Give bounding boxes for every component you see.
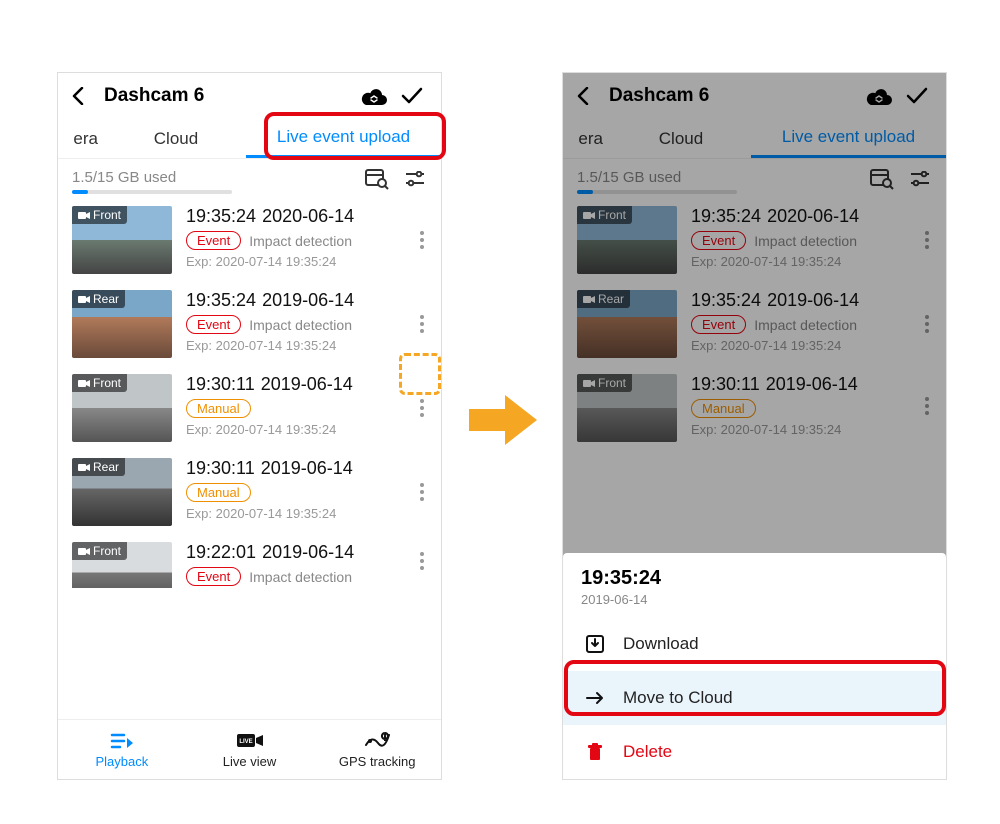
page-title: Dashcam 6 <box>104 85 353 107</box>
event-thumbnail[interactable]: Front <box>72 542 172 588</box>
event-badge: Event <box>186 315 241 334</box>
sheet-time: 19:35:24 <box>581 567 928 590</box>
filter-icon[interactable] <box>401 165 429 193</box>
nav-playback[interactable]: Playback <box>58 720 186 779</box>
camera-overlay: Front <box>72 542 127 560</box>
event-date: 2019-06-14 <box>261 458 353 478</box>
sheet-date: 2019-06-14 <box>581 592 928 607</box>
live-view-icon: LIVE <box>236 730 264 752</box>
event-date: 2020-06-14 <box>262 206 354 226</box>
event-more-button[interactable] <box>409 206 435 274</box>
camera-overlay: Front <box>72 374 127 392</box>
calendar-search-icon[interactable] <box>363 165 391 193</box>
event-expiry: Exp: 2020-07-14 19:35:24 <box>186 338 409 353</box>
event-list-item[interactable]: Front 19:35:24 2020-06-14 Event Impact detec… <box>58 198 441 282</box>
event-detection-type: Impact detection <box>249 317 352 333</box>
event-expiry: Exp: 2020-07-14 19:35:24 <box>186 254 409 269</box>
event-date: 2019-06-14 <box>261 374 353 394</box>
nav-playback-label: Playback <box>95 754 148 769</box>
event-time: 19:30:11 <box>186 374 255 394</box>
event-detection-type: Impact detection <box>249 233 352 249</box>
download-icon <box>581 635 609 653</box>
camera-overlay: Rear <box>72 290 125 308</box>
event-list-item[interactable]: Front 19:22:01 2019-06-14 Event Impact detec… <box>58 534 441 588</box>
tab-camera[interactable]: era <box>58 119 106 158</box>
menu-delete[interactable]: Delete <box>563 725 946 779</box>
event-more-button[interactable] <box>409 542 435 580</box>
event-thumbnail[interactable]: Front <box>72 206 172 274</box>
event-time: 19:22:01 <box>186 542 256 562</box>
event-list-item[interactable]: Rear 19:30:11 2019-06-14 Manual Exp: 2020-07… <box>58 450 441 534</box>
event-badge: Manual <box>186 483 251 502</box>
event-expiry: Exp: 2020-07-14 19:35:24 <box>186 422 409 437</box>
event-meta: 19:30:11 2019-06-14 Manual Exp: 2020-07-14 … <box>172 458 409 526</box>
menu-move-to-cloud[interactable]: Move to Cloud <box>563 671 946 725</box>
event-date: 2019-06-14 <box>262 542 354 562</box>
phone-screen-right: Dashcam 6 era Cloud Live event upload 1.… <box>562 72 947 780</box>
event-badge: Event <box>186 231 241 250</box>
camera-overlay: Front <box>72 206 127 224</box>
event-list-item[interactable]: Front 19:30:11 2019-06-14 Manual Exp: 2020-0… <box>58 366 441 450</box>
arrow-right-icon <box>581 691 609 705</box>
event-detection-type: Impact detection <box>249 569 352 585</box>
event-time: 19:35:24 <box>186 206 256 226</box>
annotation-tab-highlight <box>264 112 446 160</box>
bottom-nav: Playback LIVE Live view GPS tracking <box>58 719 441 779</box>
action-sheet: 19:35:24 2019-06-14 Download Move to Clo… <box>563 553 946 779</box>
storage-row: 1.5/15 GB used <box>58 159 441 198</box>
trash-icon <box>581 743 609 761</box>
back-button[interactable] <box>66 84 90 108</box>
event-meta: 19:35:24 2019-06-14 Event Impact detection E… <box>172 290 409 358</box>
nav-live-view-label: Live view <box>223 754 276 769</box>
event-meta: 19:35:24 2020-06-14 Event Impact detection E… <box>172 206 409 274</box>
event-time: 19:35:24 <box>186 290 256 310</box>
nav-gps-tracking-label: GPS tracking <box>339 754 416 769</box>
event-badge: Event <box>186 567 241 586</box>
camera-overlay: Rear <box>72 458 125 476</box>
tab-cloud[interactable]: Cloud <box>106 119 246 158</box>
event-meta: 19:22:012019-06-14EventImpact detection <box>172 542 409 580</box>
annotation-arrow <box>467 391 539 454</box>
annotation-kebab-highlight <box>399 353 441 395</box>
cloud-sync-icon[interactable] <box>357 84 391 108</box>
menu-download-label: Download <box>623 634 699 654</box>
menu-move-label: Move to Cloud <box>623 688 733 708</box>
event-thumbnail[interactable]: Rear <box>72 458 172 526</box>
event-thumbnail[interactable]: Rear <box>72 290 172 358</box>
event-meta: 19:30:11 2019-06-14 Manual Exp: 2020-07-14 … <box>172 374 409 442</box>
menu-delete-label: Delete <box>623 742 672 762</box>
phone-screen-left: Dashcam 6 era Cloud Live event upload 1.… <box>57 72 442 780</box>
svg-text:LIVE: LIVE <box>239 739 252 745</box>
event-more-button[interactable] <box>409 458 435 526</box>
storage-bar <box>72 190 232 194</box>
event-badge: Manual <box>186 399 251 418</box>
playback-icon <box>110 730 134 752</box>
nav-live-view[interactable]: LIVE Live view <box>186 720 314 779</box>
event-more-button[interactable] <box>409 290 435 358</box>
event-expiry: Exp: 2020-07-14 19:35:24 <box>186 506 409 521</box>
event-thumbnail[interactable]: Front <box>72 374 172 442</box>
event-time: 19:30:11 <box>186 458 255 478</box>
event-list: Front 19:35:24 2020-06-14 Event Impact detec… <box>58 198 441 588</box>
event-list-item[interactable]: Rear 19:35:24 2019-06-14 Event Impact detect… <box>58 282 441 366</box>
menu-download[interactable]: Download <box>563 617 946 671</box>
gps-tracking-icon <box>364 730 390 752</box>
confirm-check-icon[interactable] <box>395 84 429 108</box>
event-date: 2019-06-14 <box>262 290 354 310</box>
nav-gps-tracking[interactable]: GPS tracking <box>313 720 441 779</box>
